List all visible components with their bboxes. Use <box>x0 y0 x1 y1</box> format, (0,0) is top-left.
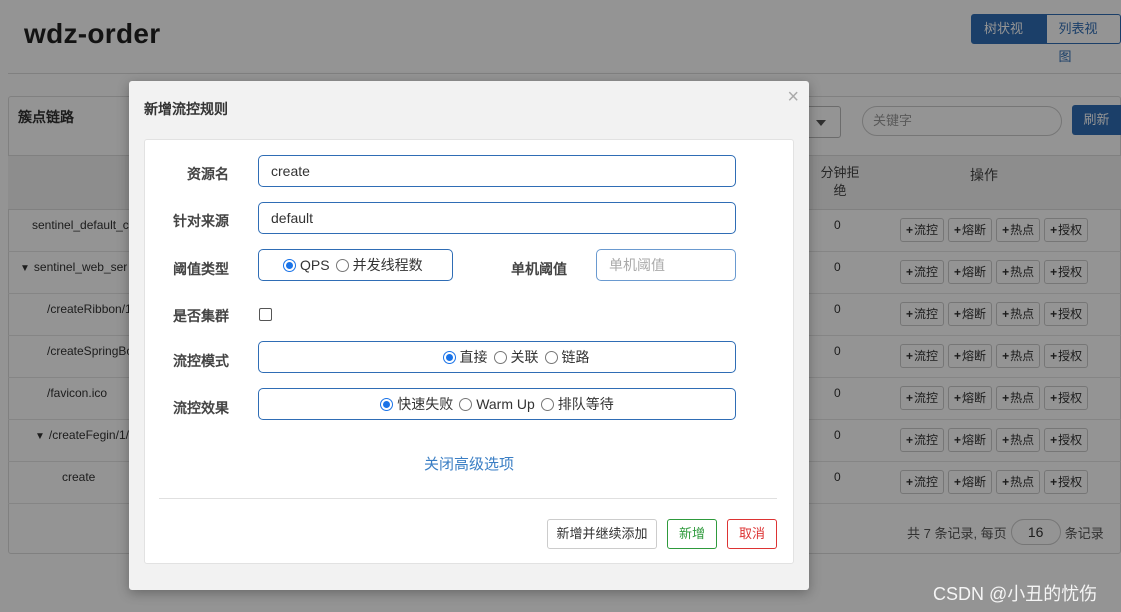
effect-group: 快速失败 Warm Up 排队等待 <box>258 388 736 420</box>
radio-empty-icon <box>540 397 554 411</box>
radio-label: Warm Up <box>476 396 535 412</box>
radio-selected-icon <box>283 258 296 272</box>
mode-group: 直接 关联 链路 <box>258 341 736 373</box>
radio-empty-icon <box>493 350 507 364</box>
cluster-label: 是否集群 <box>173 308 229 324</box>
watermark: CSDN @小丑的忧伤 <box>933 584 1098 604</box>
cancel-button[interactable]: 取消 <box>727 519 777 549</box>
radio-label: QPS <box>300 257 330 273</box>
cluster-checkbox[interactable] <box>259 308 272 321</box>
radio-label: 关联 <box>510 349 539 365</box>
radio-label: 链路 <box>561 349 590 365</box>
add-and-continue-button[interactable]: 新增并继续添加 <box>547 519 657 549</box>
radio-empty-icon <box>335 258 349 272</box>
radio-selected-icon <box>380 397 394 411</box>
mode-radio-0[interactable]: 直接 <box>442 347 488 367</box>
radio-selected-icon <box>442 350 456 364</box>
threshold-type-label: 阈值类型 <box>173 261 229 277</box>
add-flow-rule-dialog: 新增流控规则 × 资源名 create 针对来源 default 阈值类型 QP… <box>129 81 809 590</box>
radio-empty-icon <box>459 397 473 411</box>
radio-empty-icon <box>544 350 558 364</box>
effect-label: 流控效果 <box>173 400 229 416</box>
resource-input[interactable]: create <box>258 155 736 187</box>
threshold-type-radio-0[interactable]: QPS <box>283 257 330 273</box>
divider <box>159 498 777 499</box>
dialog-title: 新增流控规则 <box>144 101 228 117</box>
threshold-type-radio-1[interactable]: 并发线程数 <box>335 255 423 275</box>
add-button[interactable]: 新增 <box>667 519 717 549</box>
origin-input[interactable]: default <box>258 202 736 234</box>
radio-label: 快速失败 <box>397 396 454 412</box>
effect-radio-0[interactable]: 快速失败 <box>380 394 453 414</box>
origin-label: 针对来源 <box>173 213 229 229</box>
effect-radio-2[interactable]: 排队等待 <box>540 394 614 414</box>
toggle-advanced-link[interactable]: 关闭高级选项 <box>145 453 793 474</box>
close-icon[interactable]: × <box>787 87 799 107</box>
resource-label: 资源名 <box>187 166 229 182</box>
radio-label: 排队等待 <box>557 396 614 412</box>
effect-radio-1[interactable]: Warm Up <box>459 396 535 412</box>
radio-label: 并发线程数 <box>352 257 423 273</box>
single-threshold-input[interactable]: 单机阈值 <box>596 249 736 281</box>
mode-label: 流控模式 <box>173 353 229 369</box>
radio-label: 直接 <box>459 349 488 365</box>
threshold-type-group: QPS 并发线程数 <box>258 249 453 281</box>
mode-radio-2[interactable]: 链路 <box>544 347 590 367</box>
single-threshold-label: 单机阈值 <box>511 261 567 277</box>
dialog-form: 资源名 create 针对来源 default 阈值类型 QPS 并发线程数 单机… <box>144 139 794 564</box>
mode-radio-1[interactable]: 关联 <box>493 347 539 367</box>
